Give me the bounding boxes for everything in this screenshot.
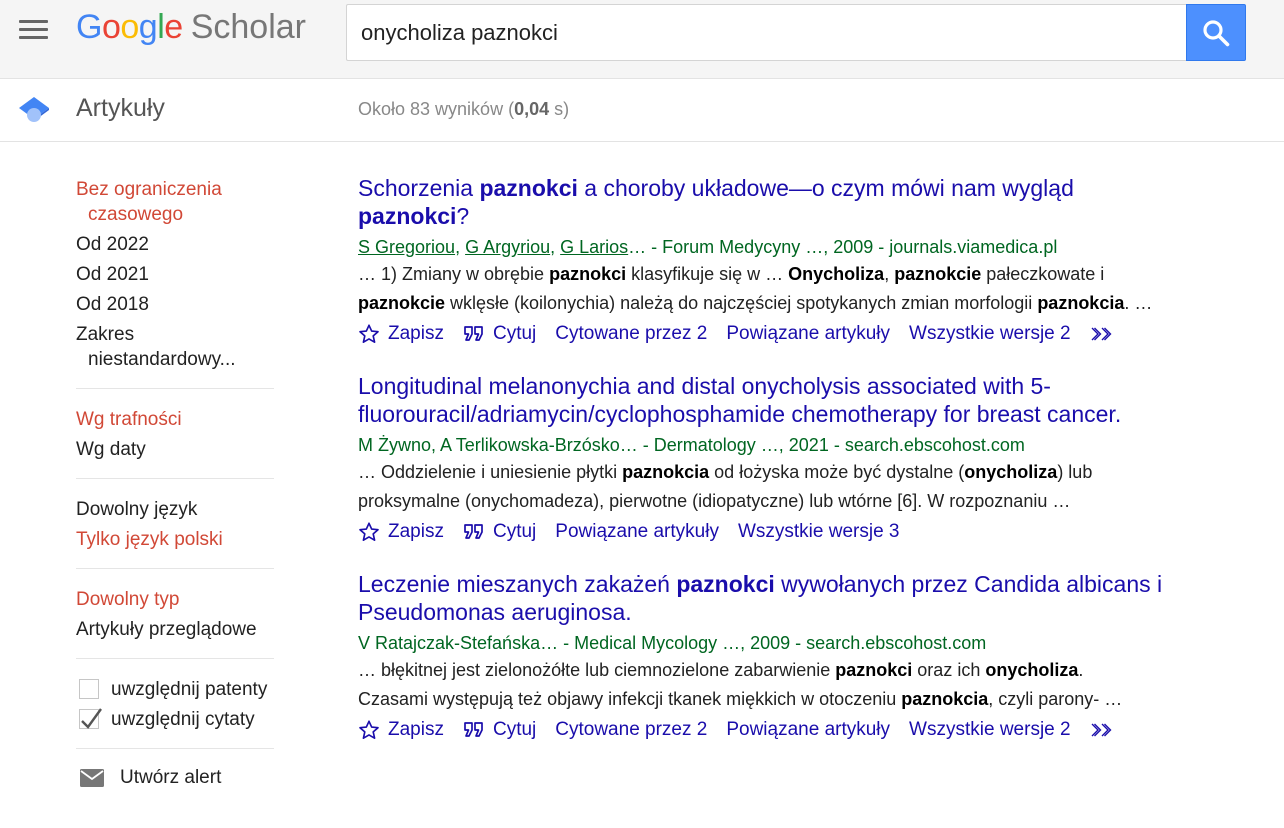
result-snippet: … Oddzielenie i uniesienie płytki paznok…	[358, 462, 1093, 511]
cite-link[interactable]: Cytuj	[463, 718, 536, 742]
more-options-button[interactable]	[1090, 325, 1122, 343]
related-articles-link[interactable]: Powiązane artykuły	[726, 718, 890, 742]
divider	[76, 478, 274, 479]
cited-by-link[interactable]: Cytowane przez 2	[555, 718, 707, 742]
result-actions: Zapisz Cytuj Cytowane przez 2 Powiązane …	[358, 718, 1258, 742]
results-list: Schorzenia paznokci a choroby układowe—o…	[358, 174, 1258, 768]
checkmark-icon	[81, 708, 102, 729]
logo-google: Google	[76, 8, 183, 46]
more-options-button[interactable]	[1090, 721, 1122, 739]
result-count: Około 83 wyników (0,04 s)	[358, 99, 570, 119]
citations-checkbox[interactable]	[79, 708, 102, 729]
divider	[76, 658, 274, 659]
cited-by-link[interactable]: Cytowane przez 2	[555, 322, 707, 346]
result-actions: Zapisz Cytuj Powiązane artykuły Wszystki…	[358, 520, 1258, 544]
all-versions-link[interactable]: Wszystkie wersje 2	[909, 718, 1071, 742]
author-link[interactable]: G Argyriou	[465, 237, 550, 257]
star-icon	[359, 720, 379, 739]
time-filter-any[interactable]: Bez ograniczenia czasowego	[76, 174, 274, 229]
envelope-icon	[80, 768, 104, 787]
patents-checkbox[interactable]	[79, 679, 99, 699]
result-title-link[interactable]: Longitudinal melanonychia and distal ony…	[358, 372, 1258, 428]
cite-link[interactable]: Cytuj	[463, 322, 536, 346]
hamburger-menu-icon[interactable]	[19, 20, 49, 42]
result-snippet: … 1) Zmiany w obrębie paznokci klasyfiku…	[358, 264, 1153, 313]
time-filter-custom[interactable]: Zakres niestandardowy...	[76, 319, 274, 374]
result-meta: M Żywno, A Terlikowska-Brzósko… - Dermat…	[358, 435, 1025, 455]
time-filter-2021[interactable]: Od 2021	[76, 259, 274, 289]
divider	[76, 748, 274, 749]
result-actions: Zapisz Cytuj Cytowane przez 2 Powiązane …	[358, 322, 1258, 346]
logo-scholar: Scholar	[190, 8, 306, 46]
result-meta: V Ratajczak-Stefańska… - Medical Mycolog…	[358, 633, 987, 653]
author-link[interactable]: G Larios	[560, 237, 628, 257]
search-button[interactable]	[1186, 4, 1246, 61]
type-review-articles[interactable]: Artykuły przeglądowe	[76, 614, 274, 644]
sub-header: Artykuły Około 83 wyników (0,04 s)	[0, 79, 1284, 142]
author-link[interactable]: S Gregoriou	[358, 237, 455, 257]
patents-label: uwzględnij patenty	[111, 678, 268, 700]
sort-by-date[interactable]: Wg daty	[76, 434, 274, 464]
result-item: Schorzenia paznokci a choroby układowe—o…	[358, 174, 1258, 346]
magnifier-icon	[1203, 19, 1230, 46]
result-title-link[interactable]: Schorzenia paznokci a choroby układowe—o…	[358, 174, 1258, 230]
include-patents-option[interactable]: uwzględnij patenty	[76, 674, 274, 704]
result-item: Longitudinal melanonychia and distal ony…	[358, 372, 1258, 544]
create-alert-label: Utwórz alert	[120, 767, 222, 788]
result-item: Leczenie mieszanych zakażeń paznokci wyw…	[358, 570, 1258, 742]
top-bar: Google Scholar	[0, 0, 1284, 79]
related-articles-link[interactable]: Powiązane artykuły	[726, 322, 890, 346]
language-polish[interactable]: Tylko język polski	[76, 524, 274, 554]
type-any[interactable]: Dowolny typ	[76, 584, 274, 614]
google-scholar-logo[interactable]: Google Scholar	[76, 8, 306, 47]
search-input[interactable]	[346, 4, 1187, 61]
save-link[interactable]: Zapisz	[358, 718, 444, 742]
related-articles-link[interactable]: Powiązane artykuły	[555, 520, 719, 544]
all-versions-link[interactable]: Wszystkie wersje 3	[738, 520, 900, 544]
cite-link[interactable]: Cytuj	[463, 520, 536, 544]
section-title: Artykuły	[76, 94, 165, 122]
divider	[76, 568, 274, 569]
result-title-link[interactable]: Leczenie mieszanych zakażeń paznokci wyw…	[358, 570, 1258, 626]
star-icon	[359, 324, 379, 343]
result-snippet: … błękitnej jest zielonożółte lub ciemno…	[358, 660, 1123, 709]
save-link[interactable]: Zapisz	[358, 322, 444, 346]
divider	[76, 388, 274, 389]
time-filter-2018[interactable]: Od 2018	[76, 289, 274, 319]
save-link[interactable]: Zapisz	[358, 520, 444, 544]
time-filter-2022[interactable]: Od 2022	[76, 229, 274, 259]
include-citations-option[interactable]: uwzględnij cytaty	[76, 704, 274, 734]
result-meta: S Gregoriou, G Argyriou, G Larios… - For…	[358, 237, 1058, 257]
graduation-cap-icon	[19, 97, 49, 122]
sort-by-relevance[interactable]: Wg trafności	[76, 404, 274, 434]
double-chevron-icon	[1091, 327, 1112, 341]
star-icon	[359, 522, 379, 541]
language-any[interactable]: Dowolny język	[76, 494, 274, 524]
quote-icon	[464, 524, 483, 539]
quote-icon	[464, 722, 483, 737]
all-versions-link[interactable]: Wszystkie wersje 2	[909, 322, 1071, 346]
citations-label: uwzględnij cytaty	[111, 708, 255, 730]
create-alert-button[interactable]: Utwórz alert	[76, 758, 274, 797]
double-chevron-icon	[1091, 723, 1112, 737]
filter-sidebar: Bez ograniczenia czasowego Od 2022 Od 20…	[76, 174, 274, 797]
quote-icon	[464, 326, 483, 341]
